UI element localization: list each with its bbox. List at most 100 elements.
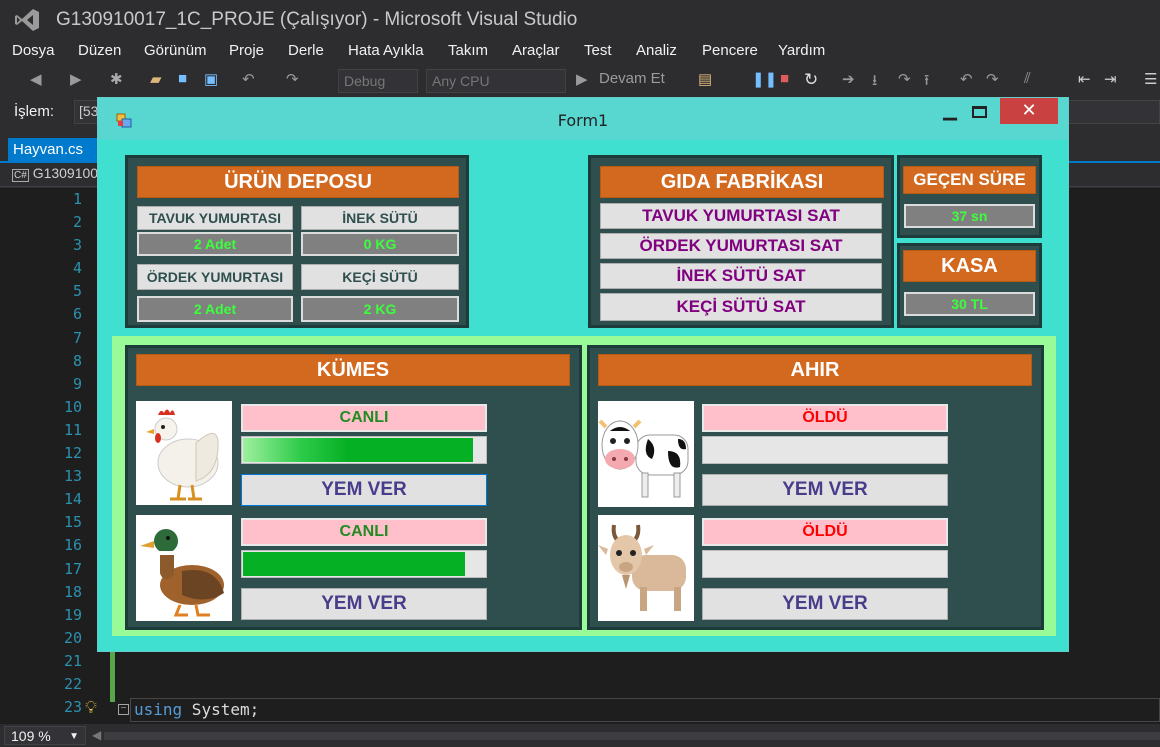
menu-proje[interactable]: Proje — [229, 42, 264, 59]
tavuk-health-bar-fill — [243, 438, 473, 462]
code-line-23[interactable]: using System; — [134, 700, 259, 719]
save-all-icon[interactable]: ▣ — [204, 70, 218, 88]
project-select[interactable]: C# G1309100 — [12, 165, 98, 185]
step-into-icon[interactable]: ⭳ — [872, 70, 877, 95]
goat-image — [598, 515, 694, 621]
document-tab-hayvan-cs[interactable]: Hayvan.cs 🔒︎ — [8, 138, 98, 174]
gecen-sure-panel: GEÇEN SÜRE 37 sn — [897, 155, 1042, 238]
tavuk-yem-ver-button[interactable]: YEM VER — [241, 474, 487, 506]
kumes-title: KÜMES — [136, 354, 570, 386]
line-number: 7 — [72, 328, 82, 347]
chicken-icon — [146, 409, 219, 501]
line-number: 19 — [63, 605, 82, 624]
continue-icon[interactable]: ▶ — [576, 70, 588, 88]
ahir-panel: AHIR ÖLDÜ YEM VER ÖLDÜ YEM VER — [587, 345, 1044, 630]
menu-duzen[interactable]: Düzen — [78, 42, 121, 59]
menu-test[interactable]: Test — [584, 42, 612, 59]
stop-icon[interactable]: ■ — [780, 70, 789, 87]
tavuk-yumurtasi-sat-button[interactable]: TAVUK YUMURTASI SAT — [600, 203, 882, 229]
zoom-select[interactable]: 109 % ▼ — [4, 726, 86, 745]
minimize-button[interactable]: ▁ — [936, 100, 964, 126]
code-text: System; — [182, 700, 260, 719]
new-project-icon[interactable]: ✱ — [110, 70, 123, 88]
duck-image — [136, 515, 232, 621]
step-over-icon[interactable]: ↷ — [898, 70, 911, 88]
menu-derle[interactable]: Derle — [288, 42, 324, 59]
keci-yem-ver-button[interactable]: YEM VER — [702, 588, 948, 620]
step-out-icon[interactable]: ⭱ — [924, 70, 929, 95]
restart-icon[interactable]: ↻ — [804, 70, 818, 90]
back-icon[interactable]: ◀ — [30, 70, 42, 88]
chevron-down-icon: ▼ — [69, 731, 79, 742]
urun-deposu-panel: ÜRÜN DEPOSU TAVUK YUMURTASI 2 Adet İNEK … — [125, 155, 469, 328]
collapse-icon[interactable]: − — [118, 704, 129, 715]
menu-gorunum[interactable]: Görünüm — [144, 42, 207, 59]
forward-icon[interactable]: ▶ — [70, 70, 82, 88]
inek-sutu-sat-button[interactable]: İNEK SÜTÜ SAT — [600, 263, 882, 289]
inek-yem-ver-button[interactable]: YEM VER — [702, 474, 948, 506]
open-file-icon[interactable]: ▰ — [150, 70, 162, 88]
uncomment-icon[interactable]: ⇥ — [1104, 70, 1117, 88]
ordek-yumurtasi-sat-button[interactable]: ÖRDEK YUMURTASI SAT — [600, 233, 882, 259]
line-number: 14 — [63, 490, 82, 509]
line-number: 5 — [72, 282, 82, 301]
line-number: 21 — [63, 651, 82, 670]
platform-select[interactable]: Any CPU — [426, 69, 566, 93]
close-button[interactable]: ✕ — [1000, 98, 1058, 124]
toolbar: ◀ ▶ ✱ ▰ ■ ▣ ↶ ↷ Debug Any CPU ▶ Devam Et… — [0, 66, 1160, 96]
menu-araclar[interactable]: Araçlar — [512, 42, 560, 59]
horizontal-scrollbar[interactable] — [104, 732, 1160, 740]
urun-deposu-title: ÜRÜN DEPOSU — [137, 166, 459, 198]
cow-image — [598, 401, 694, 507]
scroll-left-icon[interactable]: ◀ — [92, 728, 101, 742]
format-icon[interactable]: ☰ — [1144, 70, 1157, 88]
menu-pencere[interactable]: Pencere — [702, 42, 758, 59]
attach-process-icon[interactable]: ▤ — [698, 70, 712, 88]
show-next-statement-icon[interactable]: ➔ — [842, 70, 855, 88]
csharp-file-icon: C# — [12, 169, 29, 182]
code-keyword: using — [134, 700, 183, 719]
ordek-yumurtasi-label: ÖRDEK YUMURTASI — [137, 264, 293, 290]
menu-hata-ayikla[interactable]: Hata Ayıkla — [348, 42, 424, 59]
keci-sutu-sat-button[interactable]: KEÇİ SÜTÜ SAT — [600, 293, 882, 321]
save-icon[interactable]: ■ — [178, 70, 187, 87]
chicken-image — [136, 401, 232, 505]
hayvanlar-area: KÜMES CANLI YEM VER CANLI YEM VER AHIR Ö… — [112, 336, 1056, 636]
keci-sutu-label: KEÇİ SÜTÜ — [301, 264, 459, 290]
line-number: 1 — [72, 190, 82, 208]
line-number: 15 — [63, 513, 82, 532]
inek-health-bar — [702, 436, 948, 464]
comment-icon[interactable]: ⇤ — [1078, 70, 1091, 88]
maximize-button[interactable] — [966, 100, 994, 126]
undo-icon[interactable]: ↶ — [242, 70, 255, 88]
line-number: 18 — [63, 582, 82, 601]
menu-yardim[interactable]: Yardım — [778, 42, 825, 59]
redo-icon[interactable]: ↷ — [286, 70, 299, 88]
line-number: 2 — [72, 213, 82, 232]
continue-button[interactable]: Devam Et — [599, 70, 665, 87]
redo-step-icon[interactable]: ↷ — [986, 70, 999, 88]
process-label: İşlem: — [14, 103, 55, 120]
form-title: Form1 — [557, 111, 609, 130]
line-number: 23 — [63, 698, 82, 717]
undo-step-icon[interactable]: ↶ — [960, 70, 973, 88]
kasa-title: KASA — [903, 250, 1036, 282]
configuration-select[interactable]: Debug — [338, 69, 418, 93]
ordek-yem-ver-button[interactable]: YEM VER — [241, 588, 487, 620]
window-title: G130910017_1C_PROJE (Çalışıyor) - Micros… — [56, 9, 578, 30]
maximize-icon — [972, 106, 987, 118]
hex-display-icon[interactable]: ⫽ — [1024, 70, 1031, 87]
menu-takim[interactable]: Takım — [448, 42, 488, 59]
pause-icon[interactable]: ❚❚ — [752, 70, 777, 88]
line-number: 9 — [72, 374, 82, 393]
inek-sutu-label: İNEK SÜTÜ — [301, 206, 459, 230]
lightbulb-icon[interactable]: 💡︎ — [85, 698, 97, 718]
goat-icon — [598, 524, 686, 611]
tavuk-yumurtasi-value: 2 Adet — [137, 232, 293, 256]
stack-frame-select[interactable] — [1068, 100, 1160, 124]
kasa-panel: KASA 30 TL — [897, 243, 1042, 328]
menu-dosya[interactable]: Dosya — [12, 42, 55, 59]
tavuk-status: CANLI — [241, 404, 487, 432]
line-numbers: 1 2 3 4 5 6 7 8 9 10 11 12 13 14 15 16 17 18 19 20 21 22 23 — [30, 188, 82, 719]
menu-analiz[interactable]: Analiz — [636, 42, 677, 59]
